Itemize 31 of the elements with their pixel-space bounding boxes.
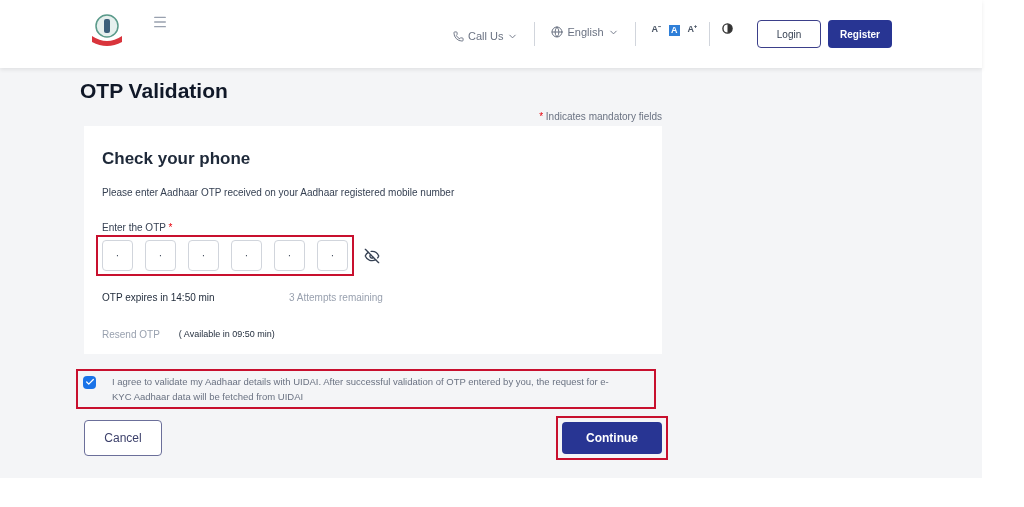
consent-checkbox[interactable] bbox=[83, 375, 96, 389]
font-size-button[interactable]: A⁻ bbox=[651, 23, 661, 37]
otp-digit-field[interactable]: · bbox=[188, 240, 219, 271]
globe-icon bbox=[551, 26, 564, 38]
mandatory-note: * Indicates mandatory fields bbox=[539, 109, 662, 124]
otp-digit-field[interactable]: · bbox=[102, 240, 133, 271]
phone-icon bbox=[452, 30, 464, 42]
instruction-text: Please enter Aadhaar OTP received on your Aadhaar registered mobile number bbox=[102, 186, 455, 200]
page-title: OTP Validation bbox=[80, 78, 228, 104]
login-button[interactable]: Login bbox=[757, 20, 821, 48]
card-title: Check your phone bbox=[102, 147, 251, 170]
otp-digit-field[interactable]: · bbox=[145, 240, 176, 271]
call-us-dropdown[interactable]: Call Us bbox=[452, 27, 519, 45]
cancel-button[interactable]: Cancel bbox=[84, 419, 162, 456]
register-button[interactable]: Register bbox=[828, 20, 892, 48]
eye-slash-icon[interactable] bbox=[364, 247, 380, 264]
contrast-icon[interactable] bbox=[722, 22, 733, 34]
availability-text: ( Available in 09:50 min) bbox=[178, 327, 275, 341]
menu-icon[interactable] bbox=[152, 14, 168, 30]
otp-digit-field[interactable]: · bbox=[274, 240, 305, 271]
otp-label: Enter the OTP * bbox=[102, 221, 173, 235]
attempts-text: 3 Attempts remaining bbox=[289, 291, 383, 305]
font-size-button[interactable]: A bbox=[669, 24, 680, 36]
consent-text: I agree to validate my Aadhaar details with UIDAI. After successful validation of OTP entered by you, the request for e-KYC Aadhaar data will be fetched from UIDAI bbox=[112, 374, 610, 404]
otp-digit-field[interactable]: · bbox=[317, 240, 348, 271]
otp-digit-field[interactable]: · bbox=[231, 240, 262, 271]
expiry-text: OTP expires in 14:50 min bbox=[102, 291, 216, 305]
language-dropdown[interactable]: English bbox=[551, 23, 619, 41]
emblem-logo bbox=[90, 12, 124, 48]
continue-button[interactable]: Continue bbox=[562, 421, 662, 454]
font-size-button[interactable]: A⁺ bbox=[687, 23, 697, 37]
